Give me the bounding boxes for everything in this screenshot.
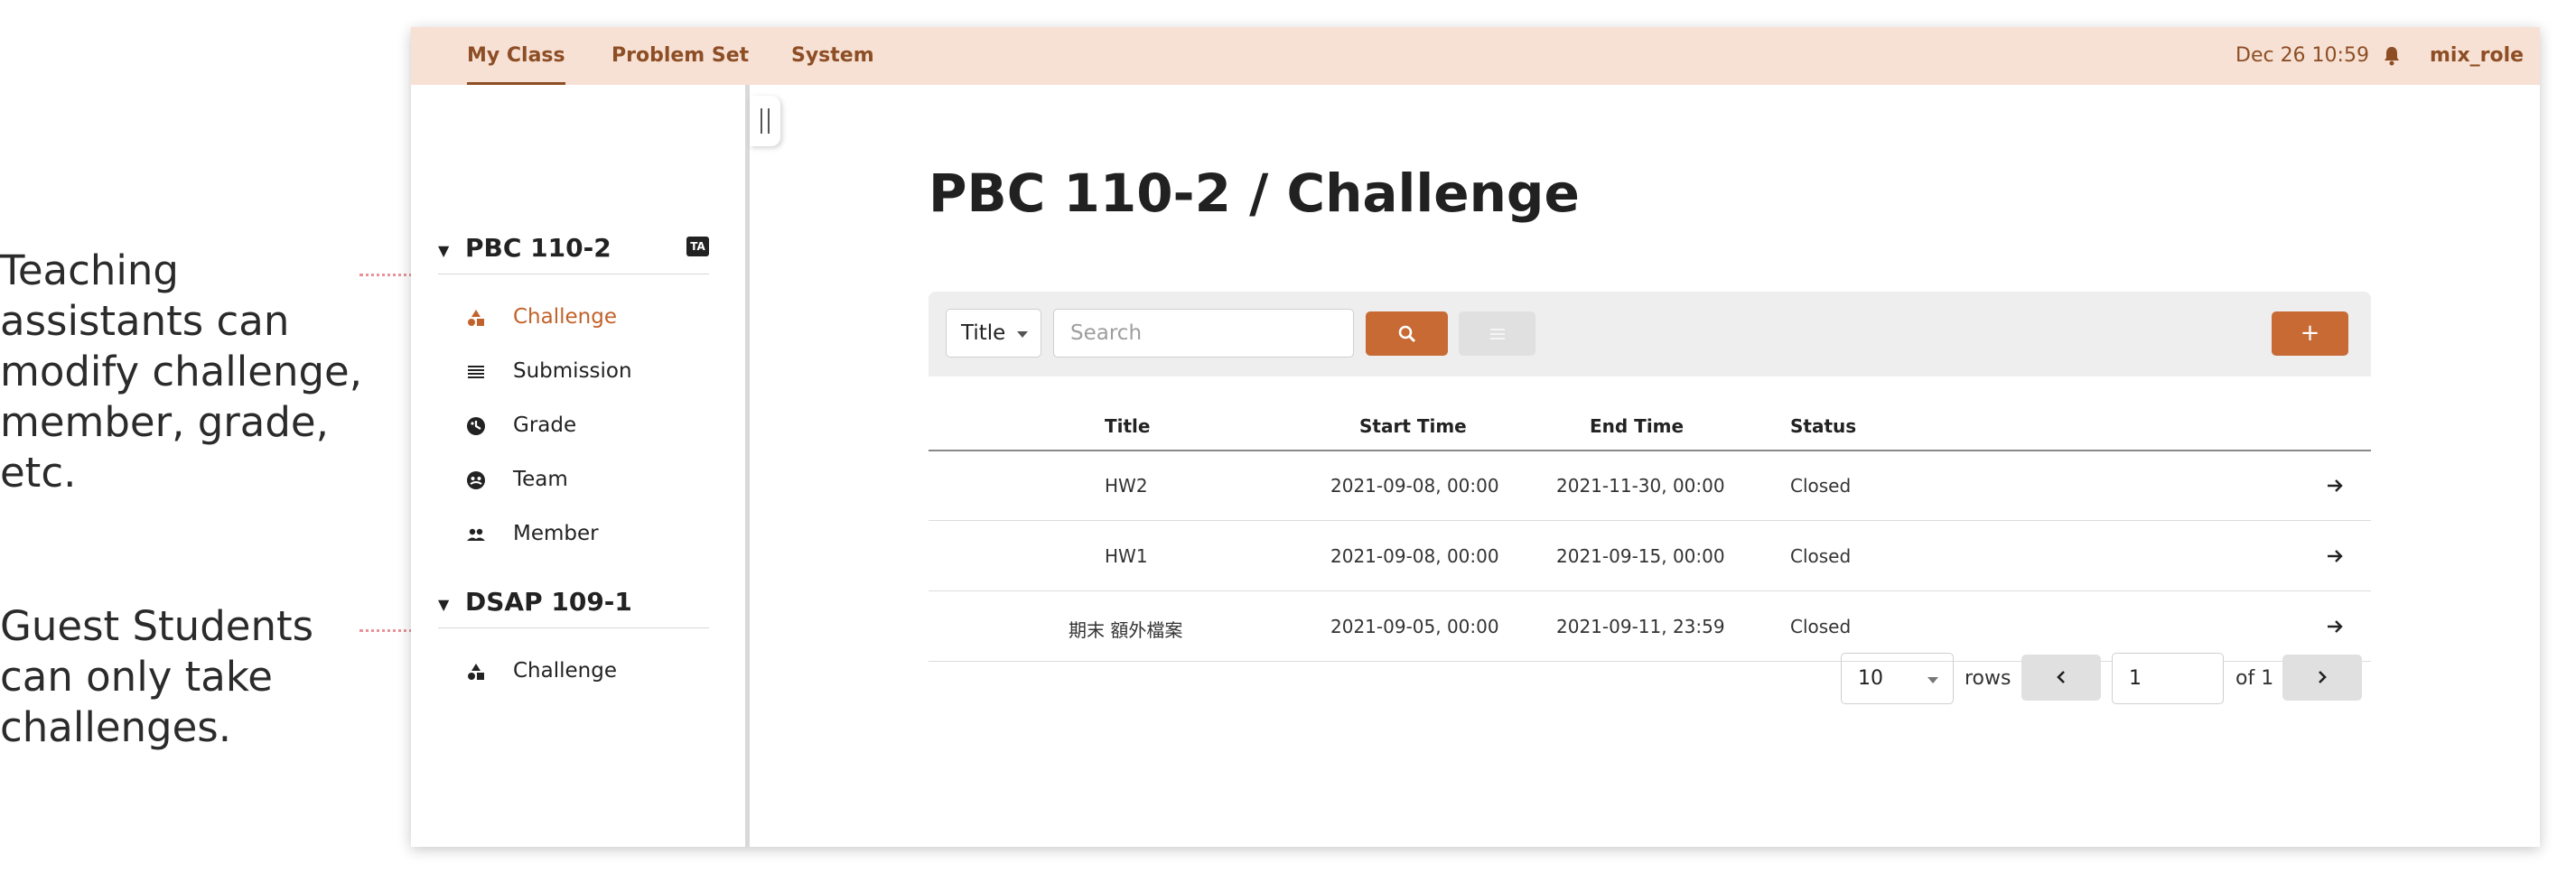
- cell-title: 期末 額外檔案: [1069, 619, 1183, 641]
- next-page-button[interactable]: [2282, 655, 2362, 701]
- rows-label: rows: [1965, 667, 2011, 690]
- sidebar-item-label: Submission: [513, 359, 632, 383]
- cell-end-time: 2021-11-30, 00:00: [1556, 475, 1725, 497]
- sidebar-item-challenge[interactable]: Challenge: [465, 654, 709, 690]
- course-name: PBC 110-2: [465, 233, 611, 263]
- list-icon: [465, 361, 487, 383]
- arrow-right-icon[interactable]: [2324, 475, 2346, 497]
- select-value: Title: [961, 321, 1006, 345]
- sidebar-item-label: Team: [513, 468, 568, 491]
- prev-page-button[interactable]: [2021, 655, 2101, 701]
- nav-my-class[interactable]: My Class: [467, 27, 565, 85]
- sidebar-item-label: Challenge: [513, 659, 617, 683]
- cell-end-time: 2021-09-11, 23:59: [1556, 616, 1725, 637]
- row-divider: [929, 520, 2371, 521]
- annotation-line: challenges.: [0, 703, 232, 751]
- collapse-triangle-icon[interactable]: ▼: [438, 242, 449, 259]
- team-icon: [465, 469, 487, 491]
- sidebar: ▼ PBC 110-2 TA Challenge Submission Grad…: [411, 85, 750, 847]
- sidebar-item-member[interactable]: Member: [465, 516, 709, 553]
- cell-end-time: 2021-09-15, 00:00: [1556, 545, 1725, 567]
- row-divider: [929, 590, 2371, 591]
- ta-badge: TA: [686, 237, 709, 256]
- sidebar-item-team[interactable]: Team: [465, 462, 709, 498]
- sidebar-collapse-handle[interactable]: [750, 96, 780, 146]
- table-header-divider: [929, 450, 2371, 451]
- top-navbar: My Class Problem Set System Dec 26 10:59…: [411, 27, 2540, 85]
- sidebar-item-submission[interactable]: Submission: [465, 354, 709, 390]
- datetime: Dec 26 10:59: [2235, 44, 2369, 67]
- grade-icon: [465, 415, 487, 437]
- cell-status: Closed: [1790, 616, 1852, 637]
- chevron-right-icon: [2313, 668, 2331, 690]
- sidebar-item-label: Grade: [513, 413, 577, 437]
- chevron-down-icon: [1017, 331, 1028, 338]
- cell-start-time: 2021-09-05, 00:00: [1330, 616, 1499, 637]
- search-icon: [1397, 324, 1417, 348]
- shapes-icon: [465, 307, 487, 329]
- column-header-status: Status: [1790, 415, 1857, 437]
- collapse-triangle-icon[interactable]: ▼: [438, 596, 449, 613]
- app-window: My Class Problem Set System Dec 26 10:59…: [411, 27, 2540, 847]
- column-header-start-time: Start Time: [1359, 415, 1467, 437]
- annotation-line: assistants can: [0, 297, 290, 345]
- cell-title: HW2: [1105, 475, 1148, 497]
- page-count-label: of 1: [2235, 667, 2274, 690]
- search-field-select[interactable]: Title: [946, 309, 1041, 358]
- add-challenge-button[interactable]: +: [2272, 311, 2348, 356]
- people-icon: [465, 524, 487, 545]
- annotation-line: etc.: [0, 449, 77, 497]
- arrow-right-icon[interactable]: [2324, 545, 2346, 567]
- chevron-left-icon: [2052, 668, 2070, 690]
- cell-status: Closed: [1790, 545, 1852, 567]
- annotation-ta: Teaching assistants can modify challenge…: [0, 246, 362, 498]
- annotation-line: Guest Students: [0, 602, 314, 650]
- annotation-guest: Guest Students can only take challenges.: [0, 601, 313, 753]
- sidebar-item-label: Challenge: [513, 305, 617, 329]
- filter-icon: [1489, 326, 1507, 346]
- arrow-right-icon[interactable]: [2324, 616, 2346, 637]
- rows-per-page-select[interactable]: 10: [1841, 653, 1954, 704]
- filter-button[interactable]: [1459, 311, 1535, 356]
- sidebar-item-challenge[interactable]: Challenge: [465, 300, 709, 336]
- nav-problem-set[interactable]: Problem Set: [611, 27, 749, 85]
- annotation-line: member, grade,: [0, 398, 329, 446]
- search-button[interactable]: [1366, 311, 1448, 356]
- page-title: PBC 110-2 / Challenge: [929, 163, 1580, 224]
- select-value: 10: [1858, 667, 1883, 690]
- column-header-title: Title: [1105, 415, 1151, 437]
- course-header-dsap[interactable]: ▼ DSAP 109-1: [438, 583, 709, 628]
- annotation-line: modify challenge,: [0, 348, 363, 395]
- cell-start-time: 2021-09-08, 00:00: [1330, 545, 1499, 567]
- sidebar-item-label: Member: [513, 522, 599, 545]
- search-input[interactable]: [1053, 309, 1354, 358]
- filter-toolbar: Title +: [929, 292, 2371, 376]
- drag-handle-icon: [761, 108, 770, 134]
- cell-start-time: 2021-09-08, 00:00: [1330, 475, 1499, 497]
- chevron-down-icon: [1927, 677, 1938, 683]
- page-number-input[interactable]: [2112, 653, 2224, 704]
- annotation-line: can only take: [0, 653, 273, 701]
- annotation-line: Teaching: [0, 246, 179, 294]
- username[interactable]: mix_role: [2430, 27, 2524, 85]
- bell-icon[interactable]: [2383, 46, 2401, 66]
- sidebar-item-grade[interactable]: Grade: [465, 408, 709, 444]
- column-header-end-time: End Time: [1590, 415, 1685, 437]
- shapes-icon: [465, 661, 487, 683]
- cell-status: Closed: [1790, 475, 1852, 497]
- cell-title: HW1: [1105, 545, 1148, 567]
- course-header-pbc[interactable]: ▼ PBC 110-2 TA: [438, 229, 709, 274]
- nav-system[interactable]: System: [791, 27, 874, 85]
- course-name: DSAP 109-1: [465, 587, 632, 617]
